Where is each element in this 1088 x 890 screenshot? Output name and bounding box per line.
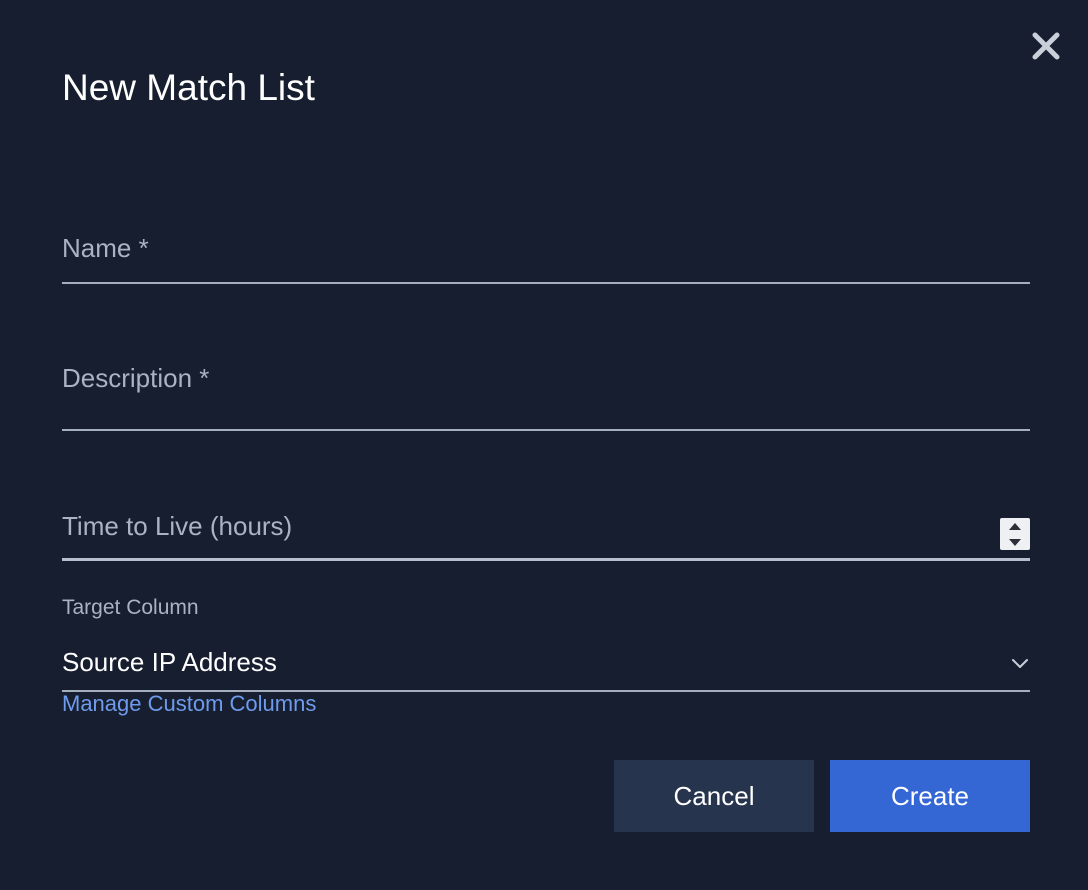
- cancel-button[interactable]: Cancel: [614, 760, 814, 832]
- ttl-decrement-button[interactable]: [1000, 534, 1030, 550]
- arrow-down-icon: [1009, 538, 1021, 546]
- manage-custom-columns-link[interactable]: Manage Custom Columns: [62, 690, 316, 718]
- dialog-title: New Match List: [62, 67, 315, 108]
- name-field-underline: [62, 282, 1030, 284]
- description-field-underline: [62, 429, 1030, 431]
- name-input[interactable]: [62, 230, 1034, 287]
- target-column-label: Target Column: [62, 596, 199, 619]
- ttl-increment-button[interactable]: [1000, 518, 1030, 534]
- target-column-value: Source IP Address: [62, 647, 277, 677]
- ttl-stepper[interactable]: [1000, 518, 1030, 550]
- target-column-select[interactable]: Source IP Address: [62, 644, 1030, 692]
- name-field[interactable]: Name *: [62, 230, 1034, 287]
- close-icon: [1032, 32, 1060, 60]
- create-button[interactable]: Create: [830, 760, 1030, 832]
- ttl-field-underline: [62, 558, 1030, 561]
- chevron-down-icon: [1012, 659, 1028, 668]
- ttl-field[interactable]: Time to Live (hours): [62, 508, 1030, 566]
- description-input[interactable]: [62, 360, 1034, 434]
- new-match-list-dialog: New Match List Name * Description * Time…: [0, 0, 1088, 890]
- arrow-up-icon: [1009, 522, 1021, 530]
- close-button[interactable]: [1028, 28, 1064, 64]
- description-field[interactable]: Description *: [62, 360, 1034, 434]
